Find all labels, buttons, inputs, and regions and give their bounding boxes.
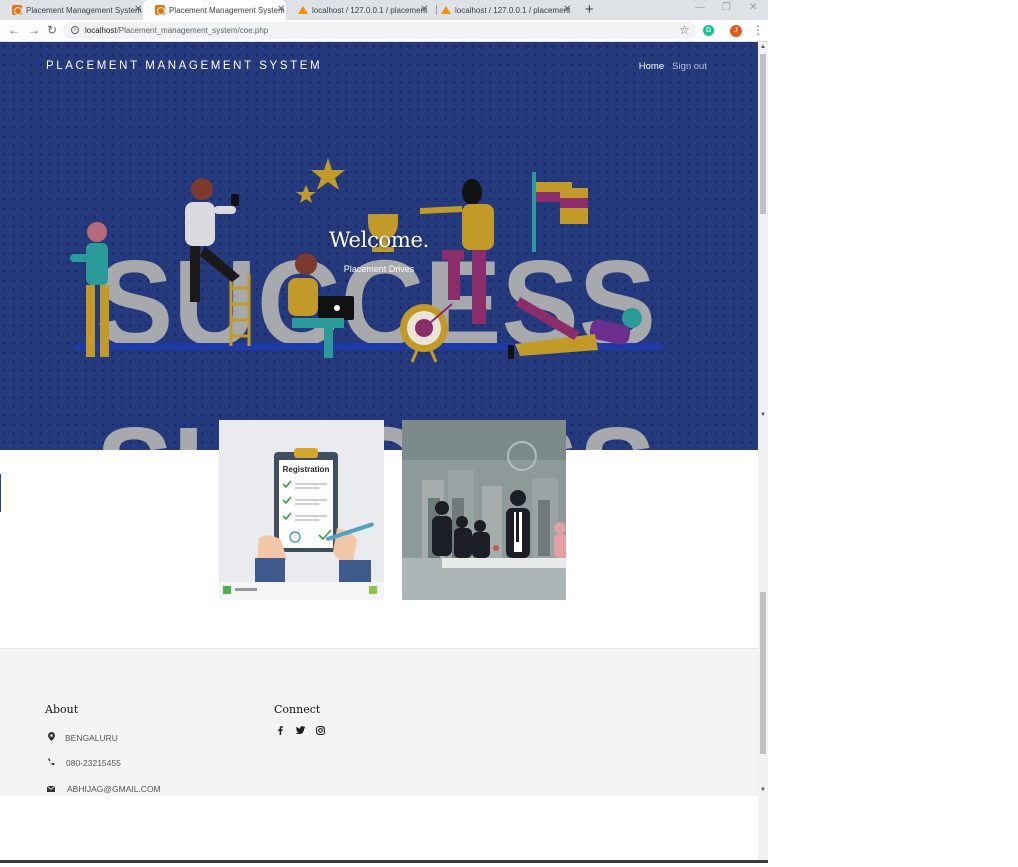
tab-close-icon[interactable]: ✕ [134, 4, 142, 16]
pms-favicon-icon [155, 5, 165, 15]
scrollbar-thumb-bottom[interactable] [760, 592, 766, 754]
footer-location: BENGALURU [45, 732, 118, 743]
scrollbar-thumb-top[interactable] [760, 54, 766, 214]
browser-tab-1[interactable]: Placement Management System ✕ [0, 0, 143, 20]
tab-close-icon[interactable]: ✕ [420, 4, 428, 16]
email-link[interactable]: ABHIJAG@GMAIL.COM [67, 784, 161, 794]
map-pin-icon [45, 732, 57, 743]
forward-arrow-icon[interactable]: → [28, 23, 40, 37]
tab-title: Placement Management System [26, 5, 142, 15]
scroll-mid-arrow-icon[interactable]: ▼ [758, 410, 768, 420]
browser-tab-2[interactable]: Placement Management System ✕ [143, 0, 286, 20]
hero-section: SUCCESS SUCCESS [0, 42, 758, 450]
instagram-icon[interactable] [316, 726, 325, 737]
tab-strip: Placement Management System ✕ Placement … [0, 0, 768, 20]
facebook-icon[interactable] [276, 726, 285, 737]
footer-about-title: About [45, 703, 79, 716]
footer-email: ABHIJAG@GMAIL.COM [45, 784, 161, 794]
tab-title: localhost / 127.0.0.1 / placement [312, 5, 428, 15]
phpmyadmin-favicon-icon [298, 5, 308, 15]
page-scrollbar[interactable]: ▲ ▼ ▼ [758, 42, 768, 860]
browser-tab-3[interactable]: localhost / 127.0.0.1 / placement ✕ [286, 0, 429, 20]
page-viewport: SUCCESS SUCCESS [0, 42, 768, 860]
left-edge-marker [0, 474, 1, 512]
profile-avatar[interactable]: J [730, 25, 742, 37]
site-brand[interactable]: PLACEMENT MANAGEMENT SYSTEM [46, 60, 322, 72]
browser-menu-icon[interactable]: ⋮ [752, 23, 764, 37]
phone-icon [45, 758, 57, 768]
twitter-icon[interactable] [295, 726, 305, 737]
taskbar-edge [0, 860, 768, 863]
grammarly-extension-icon[interactable]: G [703, 25, 714, 36]
registration-card[interactable]: Registration [219, 420, 384, 600]
location-text: BENGALURU [65, 732, 118, 743]
bookmark-star-icon[interactable]: ☆ [679, 23, 690, 37]
star-small-icon [296, 185, 316, 203]
registration-illustration: Registration [219, 420, 384, 600]
pms-favicon-icon [12, 5, 22, 15]
nav-home-link[interactable]: Home [639, 61, 664, 72]
registration-label: Registration [283, 465, 330, 474]
site-footer: About Connect BENGALURU 080-23215455 ABH… [0, 648, 768, 796]
social-links [276, 726, 325, 737]
tab-close-icon[interactable]: ✕ [277, 4, 285, 16]
window-close-icon[interactable]: ✕ [749, 1, 757, 15]
minimize-icon[interactable]: — [695, 1, 705, 15]
url-host: localhost [85, 26, 117, 35]
reload-icon[interactable]: ↻ [47, 23, 57, 37]
address-bar[interactable]: i localhost/Placement_management_system/… [63, 22, 697, 39]
restore-icon[interactable]: ❐ [722, 1, 731, 15]
meeting-illustration [402, 420, 566, 600]
tab-title: Placement Management System [169, 5, 285, 15]
nav-signout-link[interactable]: Sign out [672, 61, 707, 72]
phone-text: 080-23215455 [66, 758, 121, 768]
back-arrow-icon[interactable]: ← [8, 23, 20, 37]
phpmyadmin-favicon-icon [441, 5, 451, 15]
footer-connect-title: Connect [274, 703, 321, 716]
hero-title: Welcome. [328, 228, 430, 252]
hero-subtitle: Placement Drives [343, 264, 415, 274]
browser-toolbar: ← → ↻ i localhost/Placement_management_s… [0, 20, 768, 42]
site-info-icon[interactable]: i [71, 26, 79, 34]
envelope-icon [45, 785, 57, 794]
new-tab-button[interactable]: + [585, 2, 594, 17]
meeting-card[interactable] [402, 420, 566, 600]
main-nav: Home Sign out [639, 61, 707, 72]
browser-chrome: Placement Management System ✕ Placement … [0, 0, 768, 42]
scroll-up-arrow-icon[interactable]: ▲ [758, 42, 768, 52]
footer-phone: 080-23215455 [45, 758, 121, 768]
url-path: /Placement_management_system/coe.php [116, 26, 269, 35]
tab-title: localhost / 127.0.0.1 / placement [455, 5, 571, 15]
star-large-icon [311, 158, 345, 190]
scroll-down-arrow-icon[interactable]: ▼ [758, 785, 768, 795]
tab-close-icon[interactable]: ✕ [563, 4, 571, 16]
browser-tab-4[interactable]: localhost / 127.0.0.1 / placement ✕ [429, 0, 572, 20]
